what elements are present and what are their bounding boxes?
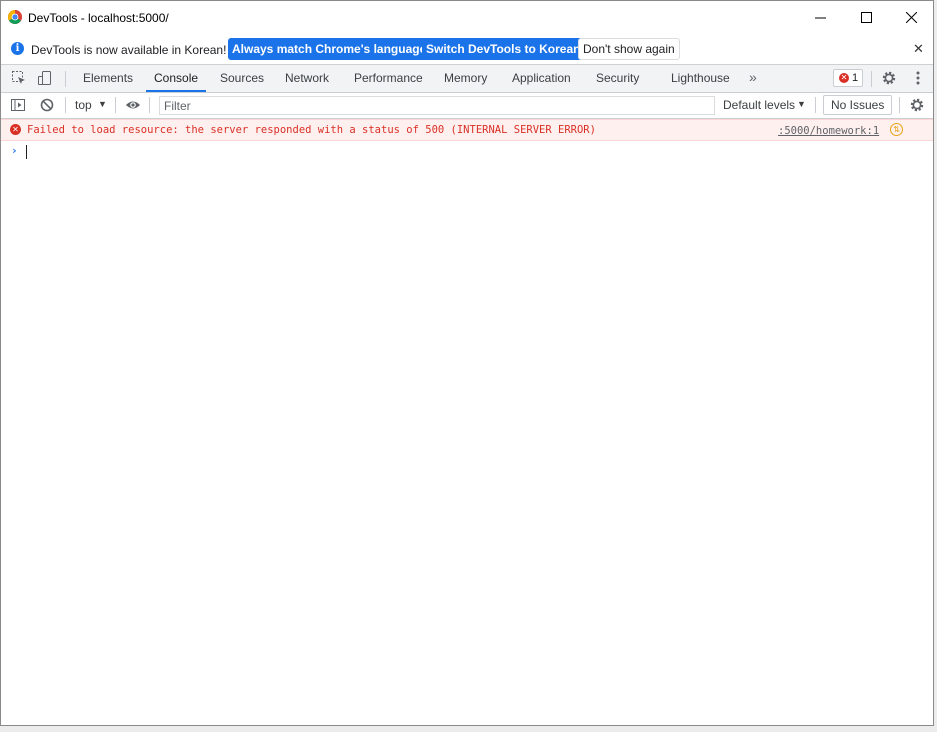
divider [815, 97, 816, 113]
switch-to-korean-button[interactable]: Switch DevTools to Korean [422, 38, 585, 60]
language-infobar: i DevTools is now available in Korean! A… [1, 35, 933, 65]
console-settings-gear-icon[interactable] [909, 97, 925, 113]
console-error-message: ✕ Failed to load resource: the server re… [1, 119, 933, 141]
divider [149, 97, 150, 113]
tab-memory[interactable]: Memory [444, 65, 487, 92]
dont-show-again-button[interactable]: Don't show again [578, 38, 680, 60]
title-bar: DevTools - localhost:5000/ [1, 1, 933, 34]
close-icon [905, 12, 917, 23]
tab-elements[interactable]: Elements [83, 65, 133, 92]
infobar-message: DevTools is now available in Korean! [31, 43, 227, 57]
tab-application[interactable]: Application [512, 65, 571, 92]
inspect-element-icon[interactable] [11, 70, 27, 86]
match-language-button[interactable]: Always match Chrome's language [228, 38, 431, 60]
divider [65, 71, 66, 87]
tab-performance[interactable]: Performance [354, 65, 423, 92]
issues-button[interactable]: No Issues [823, 95, 893, 115]
close-window-button[interactable] [888, 1, 934, 34]
console-input-caret[interactable] [26, 145, 27, 159]
context-selector[interactable]: top [75, 98, 92, 112]
devtools-tab-bar: Elements Console Sources Network Perform… [1, 65, 933, 93]
error-source-link[interactable]: :5000/homework:1 [778, 125, 879, 137]
minimize-button[interactable] [797, 1, 843, 34]
divider [871, 71, 872, 87]
error-icon: ✕ [839, 73, 849, 83]
tab-network[interactable]: Network [285, 65, 329, 92]
divider [65, 97, 66, 113]
maximize-icon [860, 12, 872, 23]
settings-gear-icon[interactable] [881, 70, 897, 86]
device-toolbar-icon[interactable] [37, 70, 53, 86]
tab-security[interactable]: Security [596, 65, 639, 92]
clear-console-icon[interactable] [39, 97, 55, 113]
more-options-icon[interactable] [911, 70, 925, 86]
error-message-text: Failed to load resource: the server resp… [27, 124, 596, 136]
chevron-down-icon[interactable]: ▼ [98, 99, 107, 109]
infobar-close-icon[interactable]: ✕ [913, 41, 924, 57]
log-levels-dropdown[interactable]: Default levels [723, 98, 795, 112]
network-request-icon[interactable]: ⇅ [890, 123, 903, 136]
error-count: 1 [852, 72, 859, 84]
error-count-badge[interactable]: ✕ 1 [833, 69, 863, 87]
console-prompt-chevron-icon: › [11, 144, 18, 157]
tab-lighthouse[interactable]: Lighthouse [671, 65, 730, 92]
console-toolbar: top ▼ Default levels ▼ No Issues [1, 93, 933, 119]
divider [899, 97, 900, 113]
divider [115, 97, 116, 113]
window-title: DevTools - localhost:5000/ [28, 11, 169, 25]
chevron-down-icon[interactable]: ▼ [797, 99, 806, 109]
chrome-logo-icon [8, 10, 22, 24]
toggle-sidebar-icon[interactable] [10, 97, 26, 113]
info-icon: i [11, 42, 24, 55]
minimize-icon [814, 17, 826, 19]
more-tabs-chevron-icon[interactable]: » [749, 69, 757, 85]
error-icon: ✕ [10, 124, 21, 135]
live-expression-eye-icon[interactable] [125, 97, 141, 113]
tab-console[interactable]: Console [145, 65, 207, 92]
tab-sources[interactable]: Sources [220, 65, 264, 92]
console-filter-input[interactable] [159, 96, 715, 115]
maximize-button[interactable] [843, 1, 889, 34]
devtools-window: DevTools - localhost:5000/ i DevTools is… [0, 0, 934, 726]
